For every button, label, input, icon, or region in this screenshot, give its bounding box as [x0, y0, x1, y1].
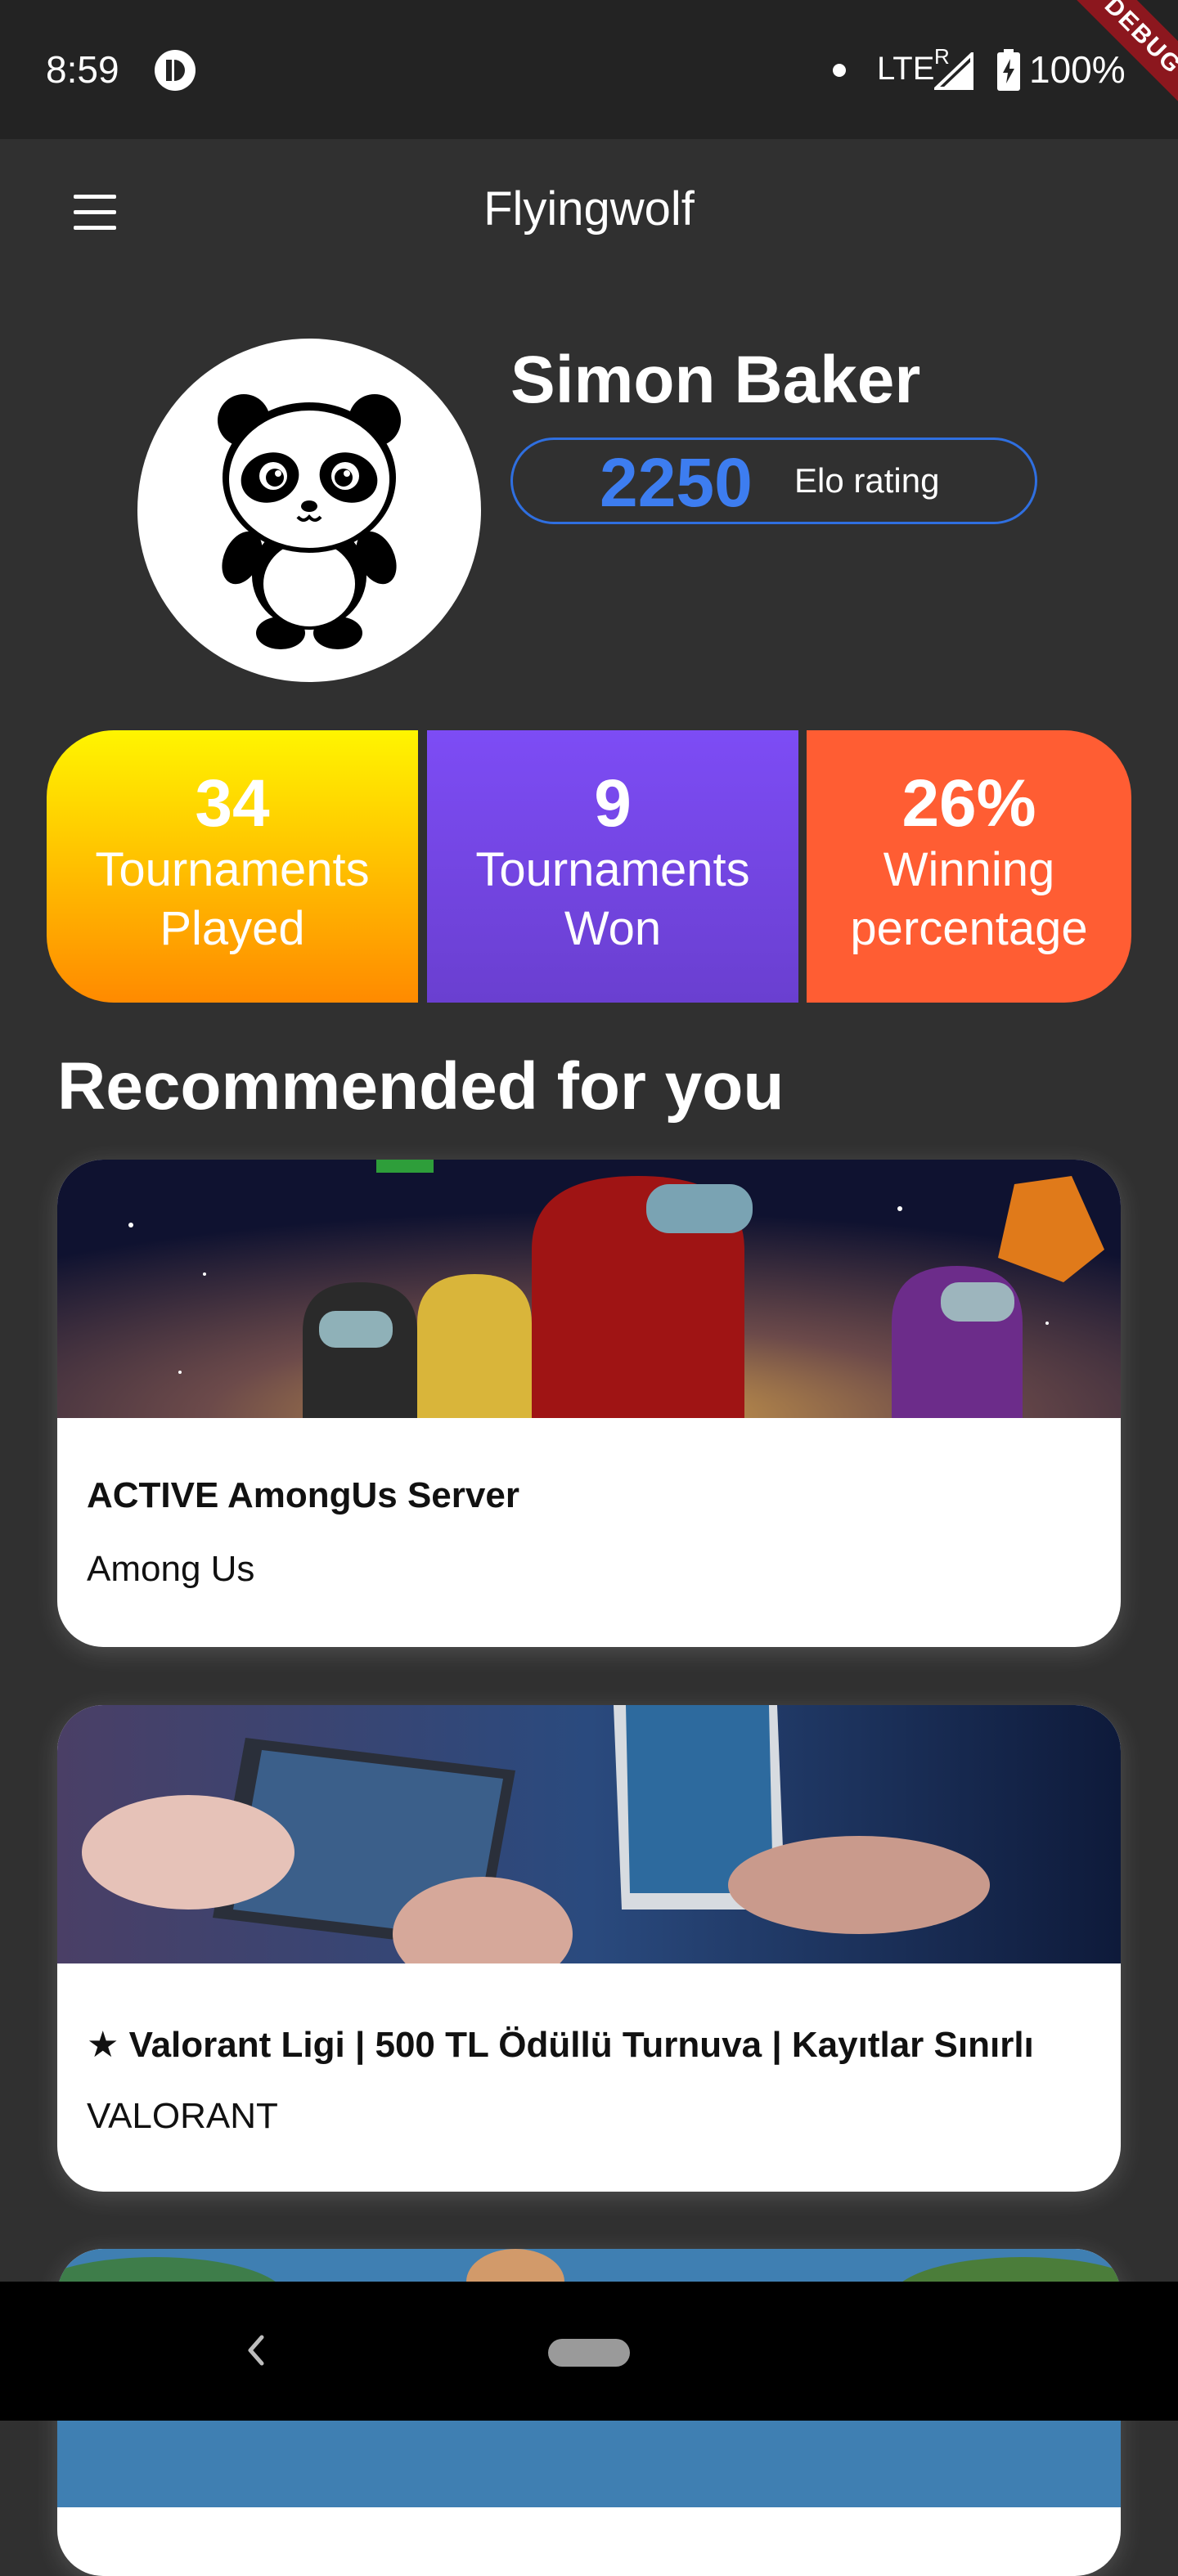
stat-value: 9 — [594, 766, 632, 841]
card-game: VALORANT — [87, 2096, 278, 2136]
stat-label: Tournaments — [475, 843, 750, 896]
section-title-recommended: Recommended for you — [57, 1049, 785, 1124]
back-chevron-icon[interactable] — [237, 2326, 273, 2375]
stat-label: Played — [160, 902, 305, 955]
stat-label: Tournaments — [95, 843, 370, 896]
card-title: ★ Valorant Ligi | 500 TL Ödüllü Turnuva … — [87, 2025, 1034, 2065]
stat-value: 34 — [195, 766, 270, 841]
stat-label: percentage — [850, 902, 1088, 955]
among-us-banner-image — [57, 1160, 1121, 1418]
elo-rating-badge: 2250 Elo rating — [510, 438, 1037, 524]
system-navigation-bar — [0, 2282, 1178, 2421]
battery-charging-icon — [997, 49, 1020, 91]
panda-avatar[interactable] — [137, 339, 481, 682]
panda-icon — [218, 394, 401, 649]
stat-tournaments-won[interactable]: 9 Tournaments Won — [427, 730, 798, 1003]
app-bar: Flyingwolf — [0, 139, 1178, 286]
valorant-banner-image — [57, 1705, 1121, 1963]
elo-value: 2250 — [600, 444, 753, 521]
status-time: 8:59 — [46, 48, 119, 91]
network-type: LTE — [877, 51, 935, 87]
status-bar: 8:59 LTE R 100% DEBUG — [0, 0, 1178, 147]
elo-label: Elo rating — [794, 461, 940, 500]
stat-label: Won — [564, 902, 662, 955]
app-title: Flyingwolf — [483, 182, 695, 236]
stat-tournaments-played[interactable]: 34 Tournaments Played — [47, 730, 418, 1003]
battery-level: 100% — [1029, 48, 1126, 91]
tournament-card-among-us[interactable]: ACTIVE AmongUs Server Among Us — [57, 1160, 1121, 1647]
card-game: Among Us — [87, 1549, 255, 1589]
app-notification-icon — [155, 50, 196, 91]
profile-name: Simon Baker — [510, 343, 921, 417]
notification-dot-icon — [833, 64, 846, 77]
stat-value: 26% — [901, 766, 1036, 841]
tournament-card-valorant[interactable]: ★ Valorant Ligi | 500 TL Ödüllü Turnuva … — [57, 1705, 1121, 2192]
home-pill-icon[interactable] — [548, 2339, 630, 2367]
stat-winning-percentage[interactable]: 26% Winning percentage — [807, 730, 1131, 1003]
roaming-indicator: R — [934, 44, 950, 69]
stat-label: Winning — [883, 843, 1055, 896]
card-title: ACTIVE AmongUs Server — [87, 1475, 519, 1515]
